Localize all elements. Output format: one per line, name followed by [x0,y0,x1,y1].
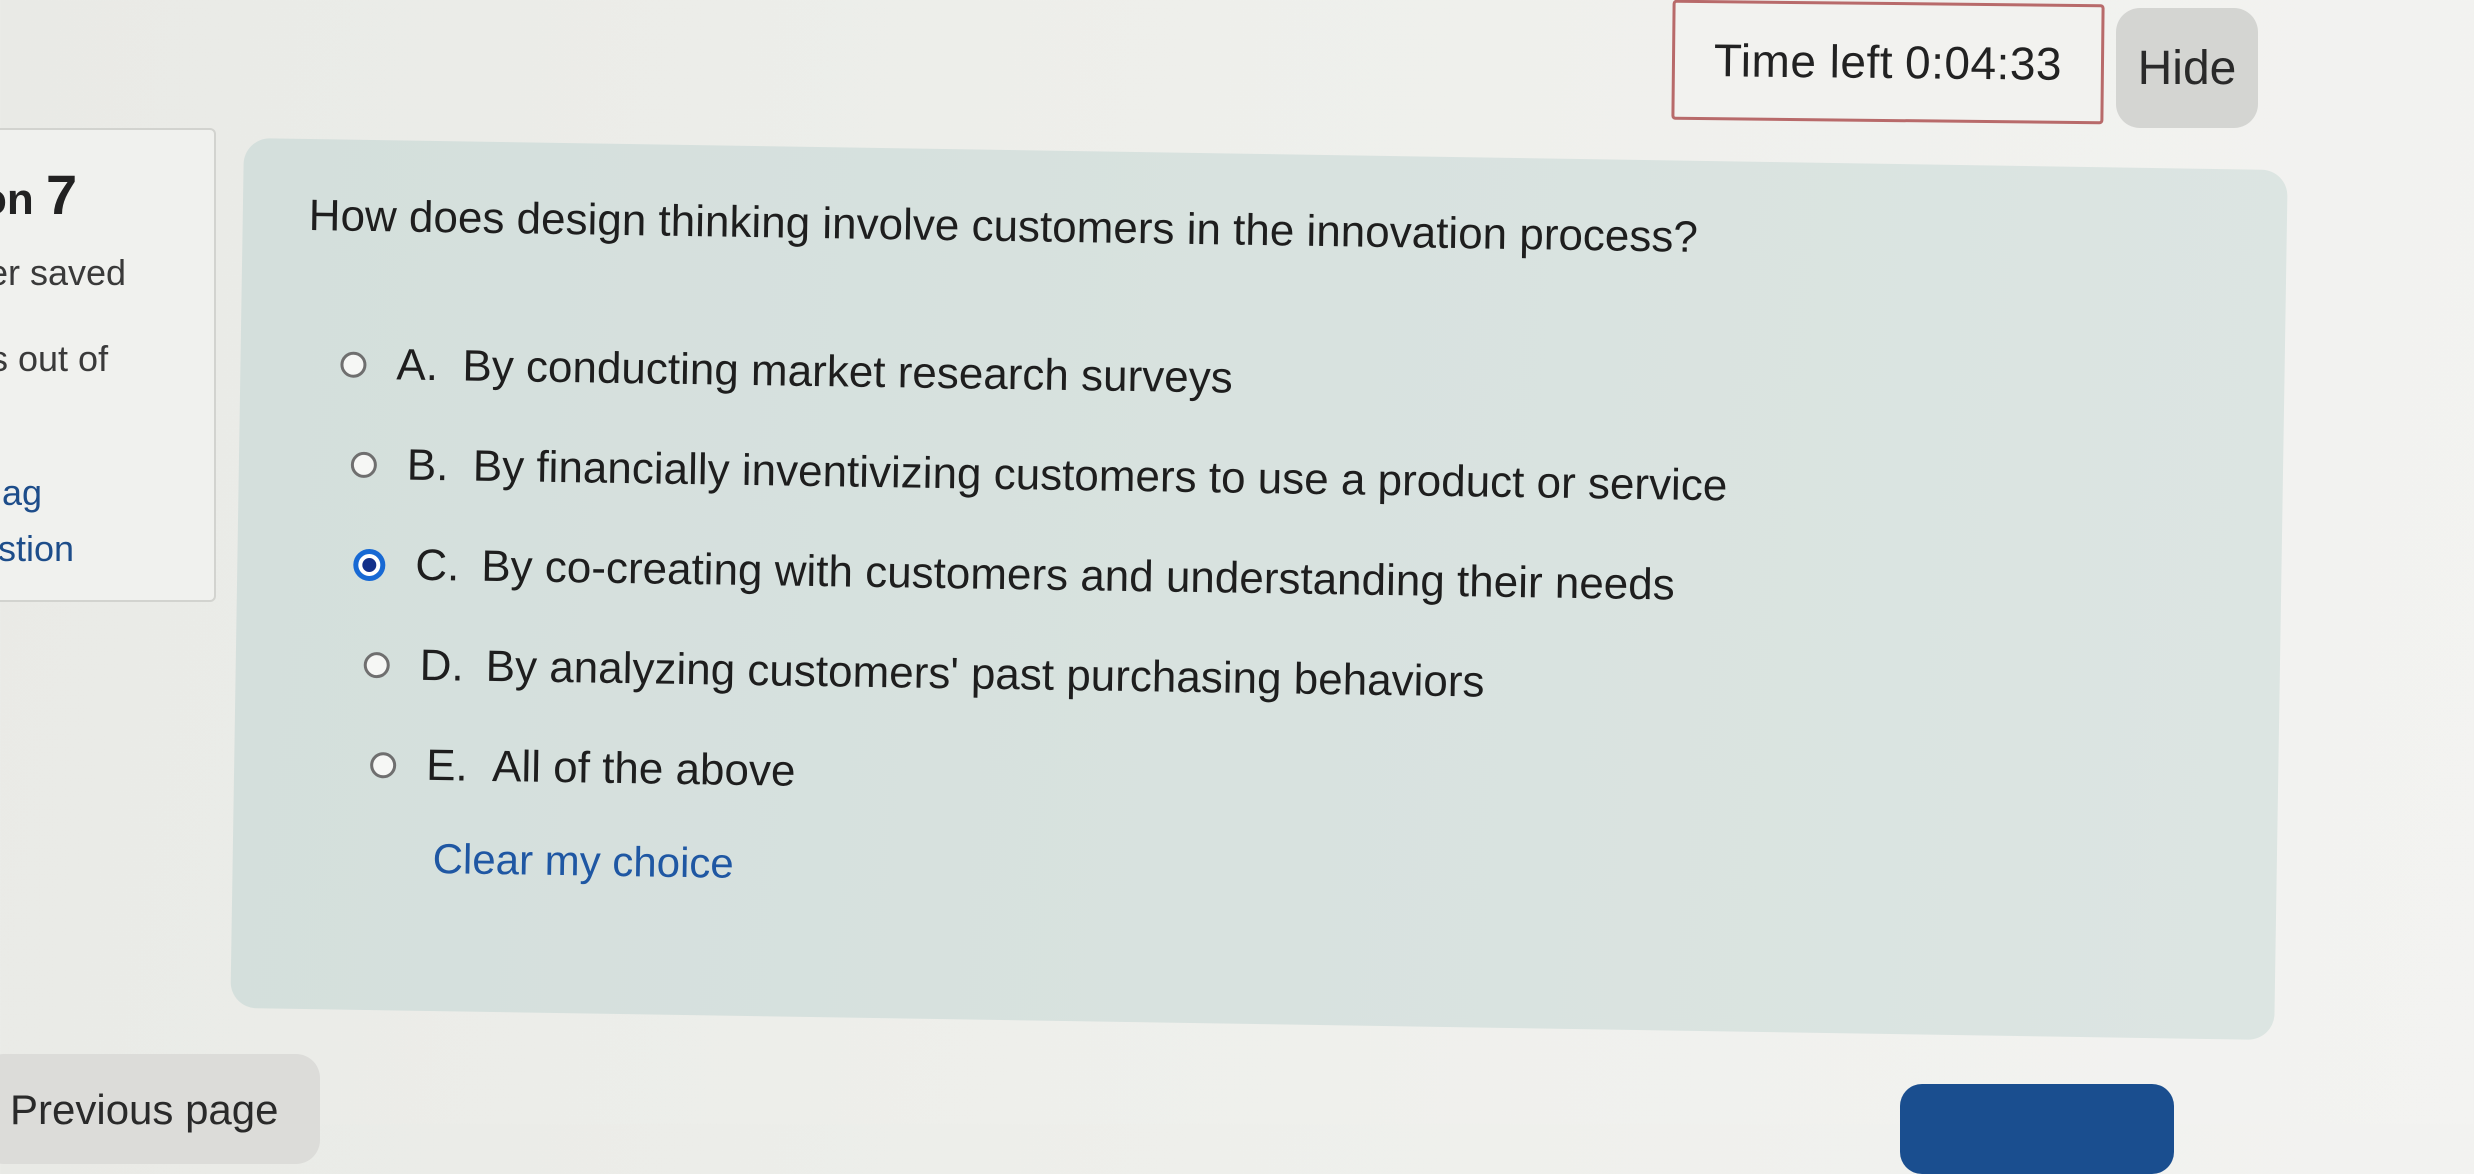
clear-choice-link[interactable]: Clear my choice [432,835,734,888]
next-page-button[interactable] [1900,1084,2174,1174]
answer-option-d[interactable]: D. By analyzing customers' past purchasi… [363,640,1485,708]
radio-button-b[interactable] [350,451,378,479]
question-marks: s out of [0,338,109,379]
answer-letter: A. [396,340,439,391]
answer-letter: B. [406,440,449,491]
question-text: How does design thinking involve custome… [308,191,1699,262]
answer-label: By co-creating with customers and unders… [480,541,1676,610]
answer-option-b[interactable]: B. By financially inventivizing customer… [350,440,1728,512]
answer-letter: D. [419,640,465,691]
radio-button-c-selected[interactable] [353,548,386,582]
answer-saved-status: er saved [0,252,127,293]
question-number: on 7 [0,162,77,227]
question-card: How does design thinking involve custome… [230,138,2288,1040]
timer-text: Time left 0:04:33 [1714,33,2063,91]
radio-button-d[interactable] [363,651,390,679]
radio-button-e[interactable] [369,752,397,779]
answer-option-e[interactable]: E. All of the above [369,740,796,797]
answer-label: By financially inventivizing customers t… [472,441,1728,511]
answer-option-c[interactable]: C. By co-creating with customers and und… [353,540,1675,611]
hide-timer-button[interactable]: Hide [2116,8,2258,128]
question-info-panel: on 7 er saved s out of ag stion [0,128,216,602]
flag-question-link-line2[interactable]: stion [0,528,74,570]
answer-label: By conducting market research surveys [462,341,1234,403]
question-number-value: 7 [46,163,78,226]
question-number-prefix: on [0,175,34,224]
timer-label: Time left [1713,34,1894,89]
answer-label: All of the above [491,741,796,796]
previous-page-button[interactable]: Previous page [0,1054,320,1164]
answer-letter: C. [414,540,460,591]
answer-option-a[interactable]: A. By conducting market research surveys [340,340,1233,404]
flag-question-link[interactable]: ag [2,472,42,514]
answer-label: By analyzing customers' past purchasing … [485,641,1485,707]
timer-value: 0:04:33 [1904,36,2063,90]
answer-letter: E. [425,740,469,791]
timer: Time left 0:04:33 [1671,0,2105,125]
radio-button-a[interactable] [340,351,367,378]
